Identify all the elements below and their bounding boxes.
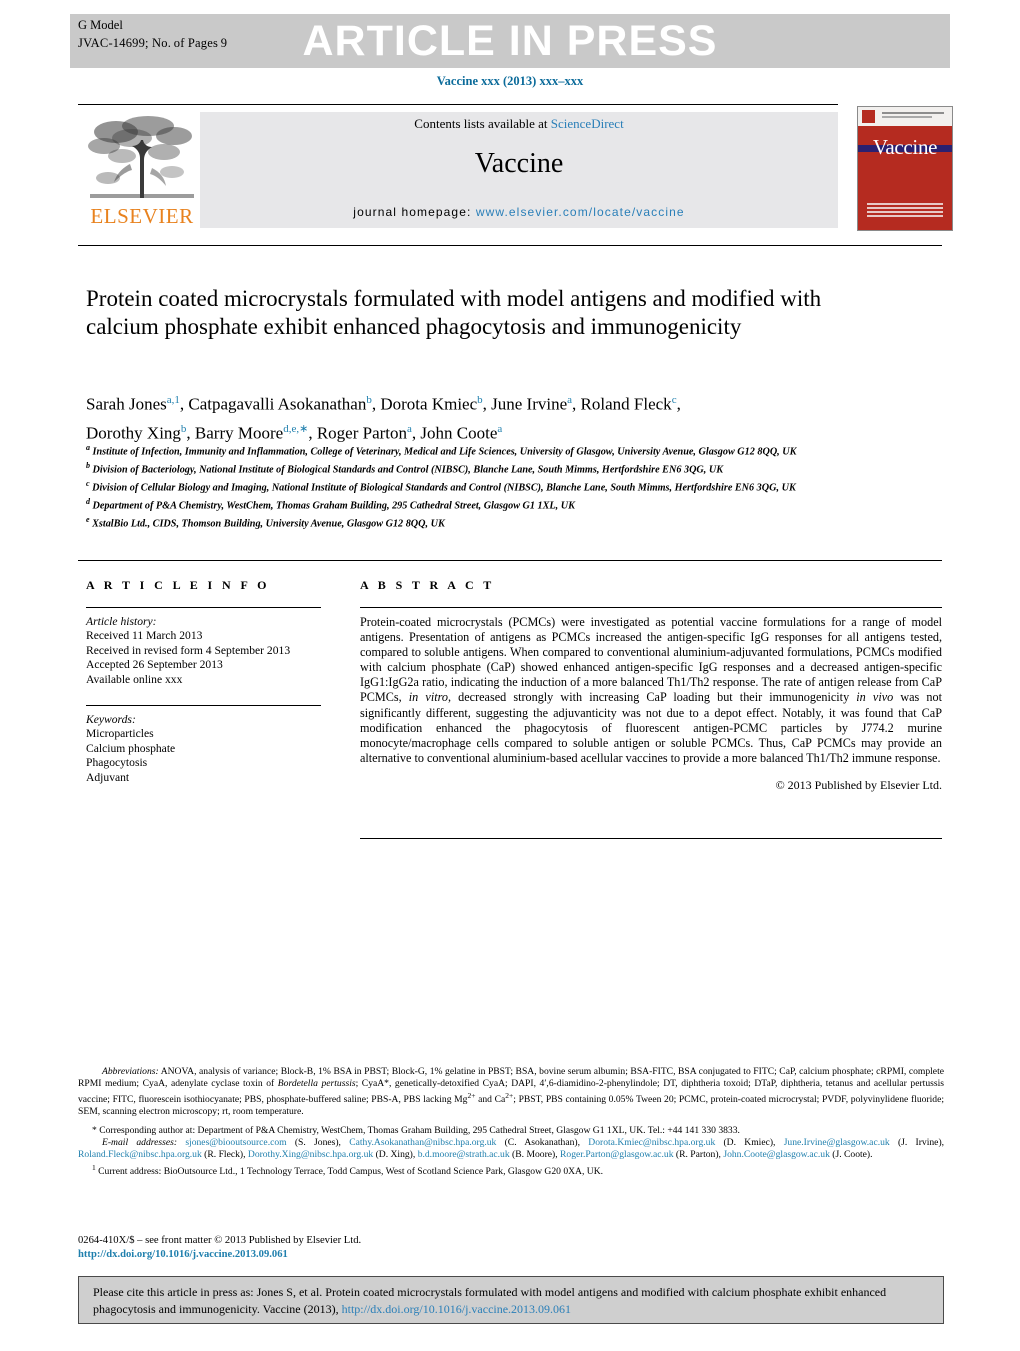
- email-link[interactable]: Roger.Parton@glasgow.ac.uk: [560, 1149, 673, 1160]
- journal-homepage-label: journal homepage:: [353, 205, 476, 219]
- journal-homepage-line: journal homepage: www.elsevier.com/locat…: [200, 205, 838, 219]
- article-info-rule-2: [86, 705, 321, 707]
- abbreviations-paragraph: Abbreviations: ANOVA, analysis of varian…: [78, 1066, 944, 1119]
- history-item: Received in revised form 4 September 201…: [86, 643, 291, 657]
- abstract-rule: [360, 607, 942, 608]
- cite-article-box: Please cite this article in press as: Jo…: [78, 1276, 944, 1324]
- journal-homepage-link[interactable]: www.elsevier.com/locate/vaccine: [476, 205, 685, 219]
- contents-available-line: Contents lists available at ScienceDirec…: [200, 116, 838, 132]
- doi-link[interactable]: http://dx.doi.org/10.1016/j.vaccine.2013…: [78, 1248, 944, 1262]
- journal-reference: Vaccine xxx (2013) xxx–xxx: [436, 74, 584, 88]
- cover-header-line-2: [882, 116, 932, 118]
- footnotes-block: Abbreviations: ANOVA, analysis of varian…: [78, 1066, 944, 1178]
- journal-cover-thumbnail: Vaccine: [857, 106, 953, 231]
- email-link[interactable]: June.Irvine@glasgow.ac.uk: [784, 1137, 890, 1148]
- affiliation-item: a Institute of Infection, Immunity and I…: [86, 443, 797, 458]
- abbreviations-label: Abbreviations:: [102, 1066, 159, 1077]
- email-link[interactable]: sjones@biooutsource.com: [185, 1137, 286, 1148]
- article-history-block: Article history: Received 11 March 2013 …: [86, 615, 321, 687]
- email-link[interactable]: John.Coote@glasgow.ac.uk: [723, 1149, 830, 1160]
- corresponding-author-note: * Corresponding author at: Department of…: [92, 1124, 740, 1136]
- cover-elsevier-mark: [862, 110, 875, 123]
- article-first-page: ARTICLE IN PRESS G Model JVAC-14699; No.…: [0, 0, 1020, 1351]
- elsevier-logo: ELSEVIER: [86, 112, 198, 228]
- email-link[interactable]: Dorothy.Xing@nibsc.hpa.org.uk: [248, 1149, 373, 1160]
- cover-header-strip: [858, 107, 952, 126]
- history-item: Available online xxx: [86, 672, 183, 686]
- email-link[interactable]: Cathy.Asokanathan@nibsc.hpa.org.uk: [349, 1137, 496, 1148]
- article-info-rule-1: [86, 607, 321, 608]
- keyword-item: Adjuvant: [86, 770, 130, 784]
- keyword-item: Calcium phosphate: [86, 741, 176, 755]
- issn-front-matter: 0264-410X/$ – see front matter © 2013 Pu…: [78, 1235, 362, 1246]
- info-section-top-rule: [78, 560, 942, 561]
- email-owner-name: (J. Irvine),: [889, 1136, 945, 1148]
- cite-article-text: Please cite this article in press as: Jo…: [93, 1284, 933, 1317]
- email-owner-name: (J. Coote).: [829, 1148, 873, 1160]
- abstract-bottom-rule: [360, 838, 942, 839]
- masthead-top-rule: [78, 104, 838, 105]
- contents-prefix: Contents lists available at: [414, 116, 551, 131]
- front-matter-block: 0264-410X/$ – see front matter © 2013 Pu…: [78, 1234, 944, 1261]
- email-owner-name: (C. Asokanathan),: [496, 1136, 581, 1148]
- author-line-1: Sarah Jonesa,1, Catpagavalli Asokanathan…: [86, 394, 681, 414]
- abstract-heading: A B S T R A C T: [360, 578, 495, 592]
- tree-svg: [88, 116, 194, 198]
- cover-journal-title: Vaccine: [872, 135, 938, 159]
- keywords-block: Keywords: Microparticles Calcium phospha…: [86, 713, 321, 785]
- email-owner-name: (R. Fleck),: [201, 1148, 246, 1160]
- article-info-heading: A R T I C L E I N F O: [86, 578, 270, 592]
- affiliation-item: d Department of P&A Chemistry, WestChem,…: [86, 496, 575, 512]
- keywords-label: Keywords:: [86, 713, 136, 727]
- email-owner-name: (B. Moore),: [509, 1148, 558, 1160]
- email-addresses-label: E-mail addresses:: [102, 1136, 178, 1148]
- cite-doi-link[interactable]: http://dx.doi.org/10.1016/j.vaccine.2013…: [342, 1302, 571, 1316]
- article-id-label: JVAC-14699; No. of Pages 9: [78, 36, 228, 50]
- affiliation-item: c Division of Cellular Biology and Imagi…: [86, 478, 796, 494]
- article-history-label: Article history:: [86, 615, 157, 628]
- history-item: Received 11 March 2013: [86, 629, 203, 643]
- current-address-note: 1 Current address: BioOutsource Ltd., 1 …: [92, 1162, 604, 1178]
- email-addresses-block: E-mail addresses: sjones@biooutsource.co…: [78, 1137, 944, 1161]
- journal-title: Vaccine: [474, 148, 564, 179]
- email-owner-name: (R. Parton),: [673, 1148, 721, 1160]
- cover-header-line-1: [882, 112, 944, 114]
- sciencedirect-link[interactable]: ScienceDirect: [551, 116, 624, 131]
- page-title: Protein coated microcrystals formulated …: [86, 286, 822, 339]
- elsevier-wordmark: ELSEVIER: [90, 204, 194, 228]
- masthead-bottom-rule: [78, 245, 942, 246]
- abstract-copyright: © 2013 Published by Elsevier Ltd.: [775, 777, 942, 792]
- history-item: Accepted 26 September 2013: [86, 658, 223, 672]
- article-info-column: A R T I C L E I N F O Article history: R…: [86, 578, 321, 785]
- elsevier-tree-icon: [86, 112, 198, 204]
- email-owner-name: (D. Xing),: [373, 1148, 416, 1160]
- email-link[interactable]: b.d.moore@strath.ac.uk: [418, 1149, 510, 1160]
- keyword-item: Phagocytosis: [86, 756, 148, 770]
- author-list: Sarah Jonesa,1, Catpagavalli Asokanathan…: [86, 388, 916, 445]
- email-link[interactable]: Roland.Fleck@nibsc.hpa.org.uk: [78, 1149, 202, 1160]
- cover-footer-lines: [867, 203, 943, 219]
- abstract-text: Protein-coated microcrystals (PCMCs) wer…: [360, 615, 943, 765]
- affiliation-item: e XstalBio Ltd., CIDS, Thomson Building,…: [86, 514, 445, 530]
- affiliation-list: a Institute of Infection, Immunity and I…: [86, 441, 916, 531]
- email-owner-name: (S. Jones),: [286, 1136, 341, 1148]
- email-link[interactable]: Dorota.Kmiec@nibsc.hpa.org.uk: [588, 1137, 715, 1148]
- g-model-block: G Model JVAC-14699; No. of Pages 9: [78, 16, 227, 52]
- abbreviations-text: ANOVA, analysis of variance; Block-B, 1%…: [78, 1066, 944, 1118]
- email-addresses-list: sjones@biooutsource.com (S. Jones), Cath…: [78, 1137, 944, 1160]
- g-model-label: G Model: [78, 18, 123, 32]
- email-owner-name: (D. Kmiec),: [715, 1136, 776, 1148]
- affiliation-item: b Division of Bacteriology, National Ins…: [86, 460, 724, 476]
- keyword-item: Microparticles: [86, 727, 154, 741]
- abstract-column: A B S T R A C T Protein-coated microcrys…: [360, 578, 942, 793]
